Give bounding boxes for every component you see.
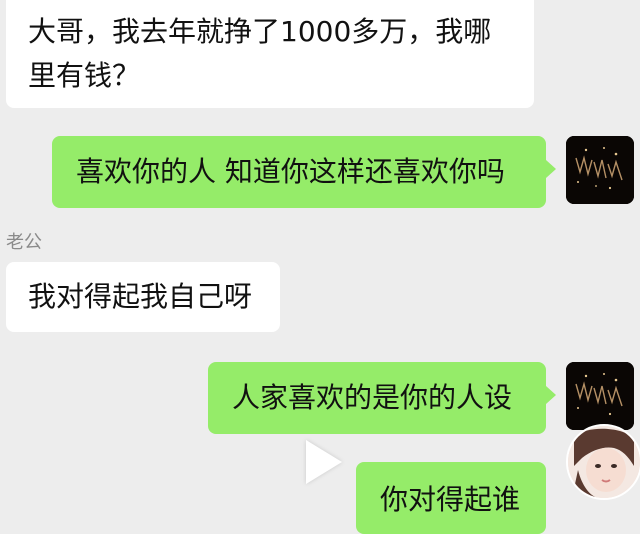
message-bubble-received[interactable]: 我对得起我自己呀 [6,262,280,332]
bubble-tail [546,386,556,404]
message-text: 我对得起我自己呀 [28,280,253,313]
bubble-tail [546,160,556,178]
fireworks-avatar[interactable] [566,136,634,204]
sender-name: 老公 [6,232,42,253]
fireworks-avatar[interactable] [566,362,634,430]
message-bubble-sent[interactable]: 你对得起谁 [356,462,546,534]
message-bubble-sent[interactable]: 喜欢你的人 知道你这样还喜欢你吗 [52,136,546,208]
message-text-line: 里有钱？ [28,59,141,92]
fireworks-avatar-image [566,136,634,204]
girl-avatar-image [568,426,640,498]
message-text: 喜欢你的人 知道你这样还喜欢你吗 [76,155,505,188]
message-bubble-sent[interactable]: 人家喜欢的是你的人设 [208,362,546,434]
play-icon[interactable] [306,440,342,484]
message-text: 你对得起谁 [380,483,521,516]
message-bubble-received[interactable]: 大哥，我去年就挣了1000多万，我哪 里有钱？ [6,0,534,108]
message-text-line: 大哥，我去年就挣了1000多万，我哪 [28,15,492,48]
girl-avatar[interactable] [566,424,640,500]
message-text: 人家喜欢的是你的人设 [232,381,513,414]
fireworks-avatar-image [566,362,634,430]
